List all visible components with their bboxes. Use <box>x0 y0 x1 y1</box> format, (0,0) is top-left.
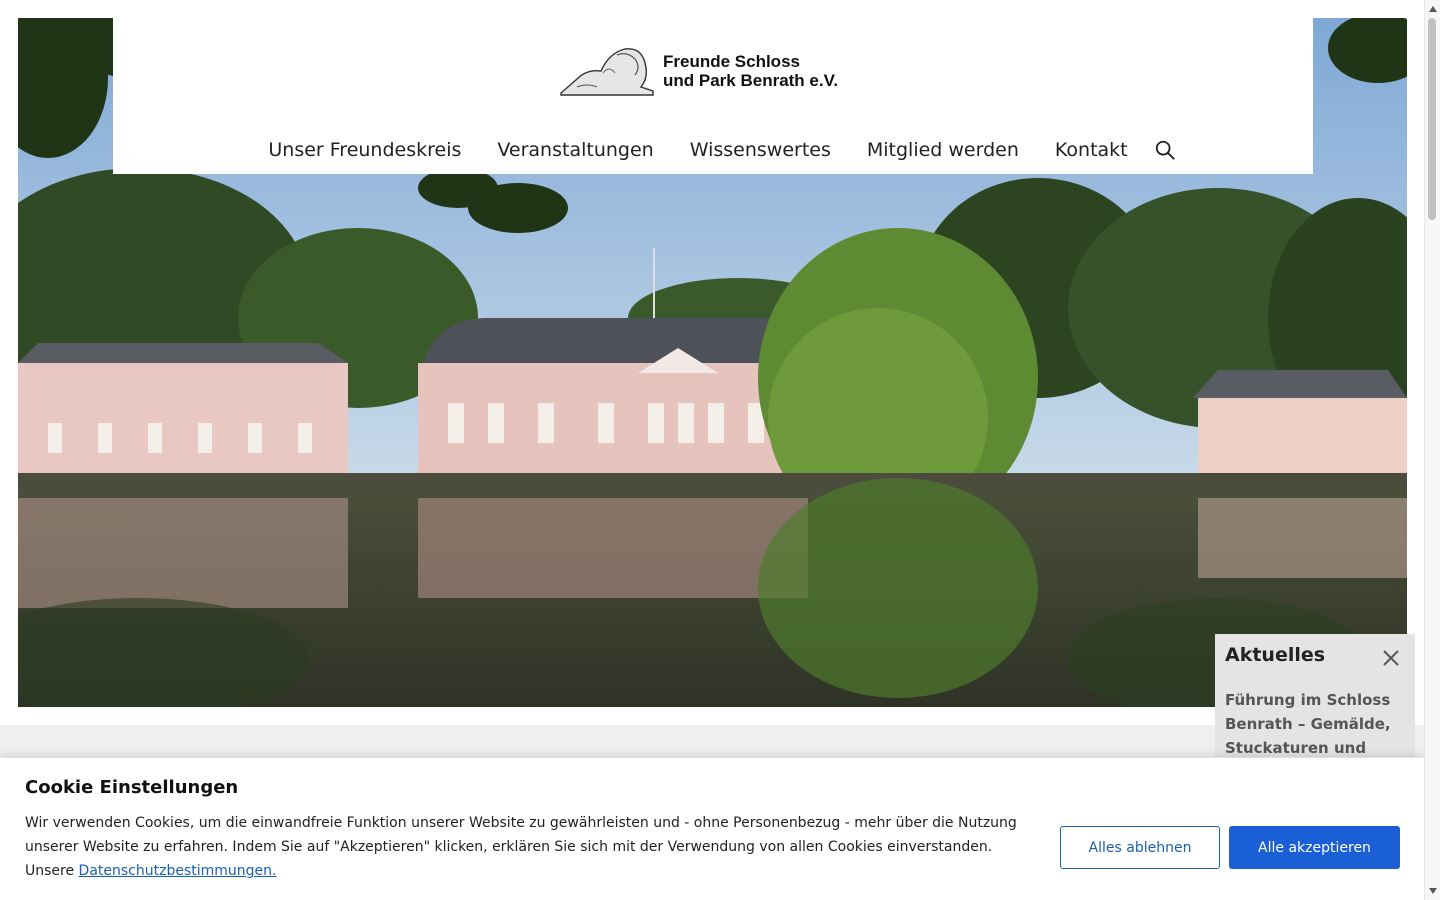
news-teaser-link[interactable]: Führung im Schloss Benrath – Gemälde, St… <box>1225 688 1405 760</box>
lion-logo-icon <box>560 48 654 96</box>
main-nav: Unser Freundeskreis Veranstaltungen Wiss… <box>113 130 1313 170</box>
nav-item-mitglied-werden[interactable]: Mitglied werden <box>849 139 1037 161</box>
search-icon[interactable] <box>1154 139 1176 161</box>
accept-all-button[interactable]: Alle akzeptieren <box>1229 826 1400 869</box>
nav-item-kontakt[interactable]: Kontakt <box>1037 139 1146 161</box>
cookie-banner: Cookie Einstellungen Wir verwenden Cooki… <box>0 757 1424 900</box>
scrollbar-thumb[interactable] <box>1428 18 1436 220</box>
site-logo[interactable]: Freunde Schloss und Park Benrath e.V. <box>557 36 857 106</box>
cookie-title: Cookie Einstellungen <box>25 777 239 798</box>
site-header: Freunde Schloss und Park Benrath e.V. Un… <box>113 18 1313 174</box>
logo-line-1: Freunde Schloss <box>663 52 800 71</box>
page-scrollbar[interactable] <box>1424 0 1440 900</box>
logo-line-2: und Park Benrath e.V. <box>663 71 839 90</box>
news-widget: Aktuelles Führung im Schloss Benrath – G… <box>1215 634 1415 774</box>
reject-all-button[interactable]: Alles ablehnen <box>1060 826 1220 869</box>
nav-item-freundeskreis[interactable]: Unser Freundeskreis <box>250 139 479 161</box>
page: Freunde Schloss und Park Benrath e.V. Un… <box>0 0 1440 900</box>
news-title: Aktuelles <box>1225 644 1326 666</box>
close-icon[interactable] <box>1381 648 1401 668</box>
scroll-down-arrow-icon[interactable] <box>1429 888 1437 894</box>
nav-item-veranstaltungen[interactable]: Veranstaltungen <box>479 139 671 161</box>
privacy-policy-link[interactable]: Datenschutzbestimmungen. <box>79 863 277 879</box>
cookie-text: Wir verwenden Cookies, um die einwandfre… <box>25 811 1035 883</box>
nav-item-wissenswertes[interactable]: Wissenswertes <box>672 139 849 161</box>
scroll-up-arrow-icon[interactable] <box>1429 6 1437 12</box>
logo-text: Freunde Schloss und Park Benrath e.V. <box>663 52 838 90</box>
